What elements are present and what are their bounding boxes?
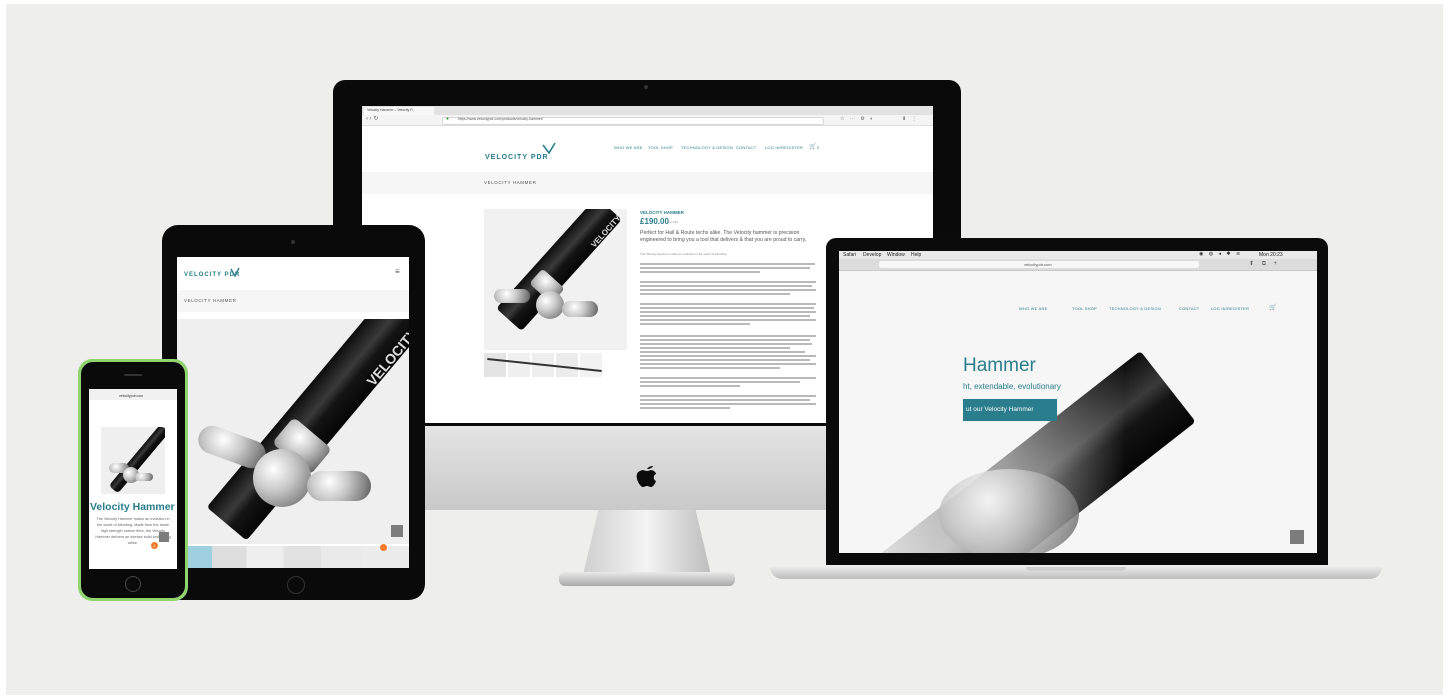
browser-extension-icons[interactable]: ☆ ⋯ ⚙ ◐ xyxy=(840,116,875,122)
imac-product-name: VELOCITY HAMMER xyxy=(640,210,684,215)
imac-nav-technology-design[interactable]: TECHNOLOGY & DESIGN xyxy=(681,145,733,150)
imac-stand-base xyxy=(559,572,735,586)
phone-device: velocitypdr.com Velocity Hammer The Velo… xyxy=(78,359,188,601)
hamburger-icon[interactable]: ≡ xyxy=(395,267,400,276)
tablet-screen: VELOCITY PDR ≡ VELOCITY HAMMER VELOCITY xyxy=(177,257,409,568)
menubar-clock: Mon 20:23 xyxy=(1259,252,1283,258)
phone-screen: velocitypdr.com Velocity Hammer The Velo… xyxy=(89,389,177,569)
hero-hammer-head xyxy=(939,469,1079,553)
laptop-toolbar-icons[interactable]: ⬆ ⧉ + xyxy=(1249,260,1280,268)
laptop-url: velocitypdr.com xyxy=(1024,262,1052,267)
laptop-device: Safari Develop Window Help ◉ ◍ ◂ ✱ ≋ Mon… xyxy=(766,238,1382,590)
tablet-badge xyxy=(380,544,387,551)
tablet-camera xyxy=(291,240,295,244)
imac-nav-tool-shop[interactable]: TOOL SHOP xyxy=(648,145,673,150)
imac-product-image[interactable]: VELOCITY xyxy=(484,209,627,350)
imac-paragraph-1: The Velocity Hammer marks an evolution i… xyxy=(640,252,728,256)
laptop-hero-subtitle: ht, extendable, evolutionary xyxy=(963,382,1061,391)
laptop-nav-technology-design[interactable]: TECHNOLOGY & DESIGN xyxy=(1109,306,1161,311)
lock-icon: ● xyxy=(446,116,450,122)
laptop-nav-who-we-are[interactable]: WHO WE ARE xyxy=(1019,306,1047,311)
apple-logo-icon xyxy=(636,462,658,488)
browser-menu-icons[interactable]: ⬇ ⋮ xyxy=(902,116,919,122)
imac-thumbnail-5[interactable] xyxy=(580,353,602,377)
phone-product-image[interactable] xyxy=(101,427,165,494)
laptop-nav-contact[interactable]: CONTACT xyxy=(1179,306,1199,311)
imac-url: https://www.velocitypdr.com/products/vel… xyxy=(458,117,544,121)
tablet-chat-icon[interactable] xyxy=(391,525,403,537)
phone-title: Velocity Hammer xyxy=(90,501,175,513)
laptop-screen: Safari Develop Window Help ◉ ◍ ◂ ✱ ≋ Mon… xyxy=(839,251,1317,553)
tablet-thumbnail-strip[interactable] xyxy=(177,546,409,568)
cart-icon[interactable]: 🛒 xyxy=(809,143,817,150)
imac-nav-contact[interactable]: CONTACT xyxy=(736,145,756,150)
imac-tabbar xyxy=(362,106,933,115)
menu-develop[interactable]: Develop xyxy=(863,252,881,258)
menu-safari[interactable]: Safari xyxy=(843,252,856,258)
laptop-hero-title: Hammer xyxy=(963,355,1036,376)
laptop-nav-tool-shop[interactable]: TOOL SHOP xyxy=(1072,306,1097,311)
imac-nav-who-we-are[interactable]: WHO WE ARE xyxy=(614,145,642,150)
phone-url: velocitypdr.com xyxy=(119,394,144,398)
imac-tab-title: Velocity Hammer – Velocity P... xyxy=(367,108,416,112)
imac-page-title: VELOCITY HAMMER xyxy=(484,180,537,185)
imac-title-band xyxy=(362,172,933,194)
laptop-cart-icon[interactable]: 🛒 xyxy=(1269,304,1277,311)
tablet-home-button[interactable] xyxy=(287,576,305,594)
laptop-cta-label: ut our Velocity Hammer xyxy=(966,406,1034,413)
tablet-logo-check-icon xyxy=(230,264,240,278)
status-icons: ◉ ◍ ◂ ✱ ≋ xyxy=(1199,251,1243,257)
laptop-nav-login[interactable]: LOG IN/REGISTER xyxy=(1211,306,1249,311)
laptop-notch xyxy=(1026,567,1126,571)
mockup-stage: Velocity Hammer – Velocity P... ‹ › ↻ ht… xyxy=(6,4,1443,695)
text-line xyxy=(640,271,760,273)
phone-home-button[interactable] xyxy=(125,576,141,592)
phone-badge-count: 1 xyxy=(153,543,156,548)
back-forward-icon[interactable]: ‹ › ↻ xyxy=(366,115,378,122)
phone-chat-icon[interactable] xyxy=(159,532,169,542)
tablet-product-image[interactable]: VELOCITY xyxy=(177,319,409,544)
imac-logo[interactable]: VELOCITY PDR xyxy=(485,154,549,161)
imac-camera xyxy=(644,85,648,89)
logo-check-icon xyxy=(542,141,556,155)
imac-thumbnail-2[interactable] xyxy=(508,353,530,377)
imac-nav-login[interactable]: LOG IN/REGISTER xyxy=(765,145,803,150)
text-line xyxy=(640,367,780,369)
laptop-chat-icon[interactable] xyxy=(1290,530,1304,544)
text-line xyxy=(640,323,750,325)
imac-vat: inc VAT xyxy=(668,220,679,224)
imac-thumbnail-1[interactable] xyxy=(484,353,506,377)
tablet-device: VELOCITY PDR ≡ VELOCITY HAMMER VELOCITY xyxy=(162,225,425,600)
tablet-page-title: VELOCITY HAMMER xyxy=(184,298,237,303)
imac-price: £190.00 xyxy=(640,217,669,226)
menu-help[interactable]: Help xyxy=(911,252,921,258)
cart-count: 0 xyxy=(817,145,820,150)
phone-speaker xyxy=(124,374,142,376)
text-line xyxy=(640,407,730,409)
menu-window[interactable]: Window xyxy=(887,252,905,258)
phone-body-text: The Velocity Hammer marks an evolution i… xyxy=(95,517,171,545)
text-line xyxy=(640,385,740,387)
imac-stand xyxy=(583,510,711,575)
